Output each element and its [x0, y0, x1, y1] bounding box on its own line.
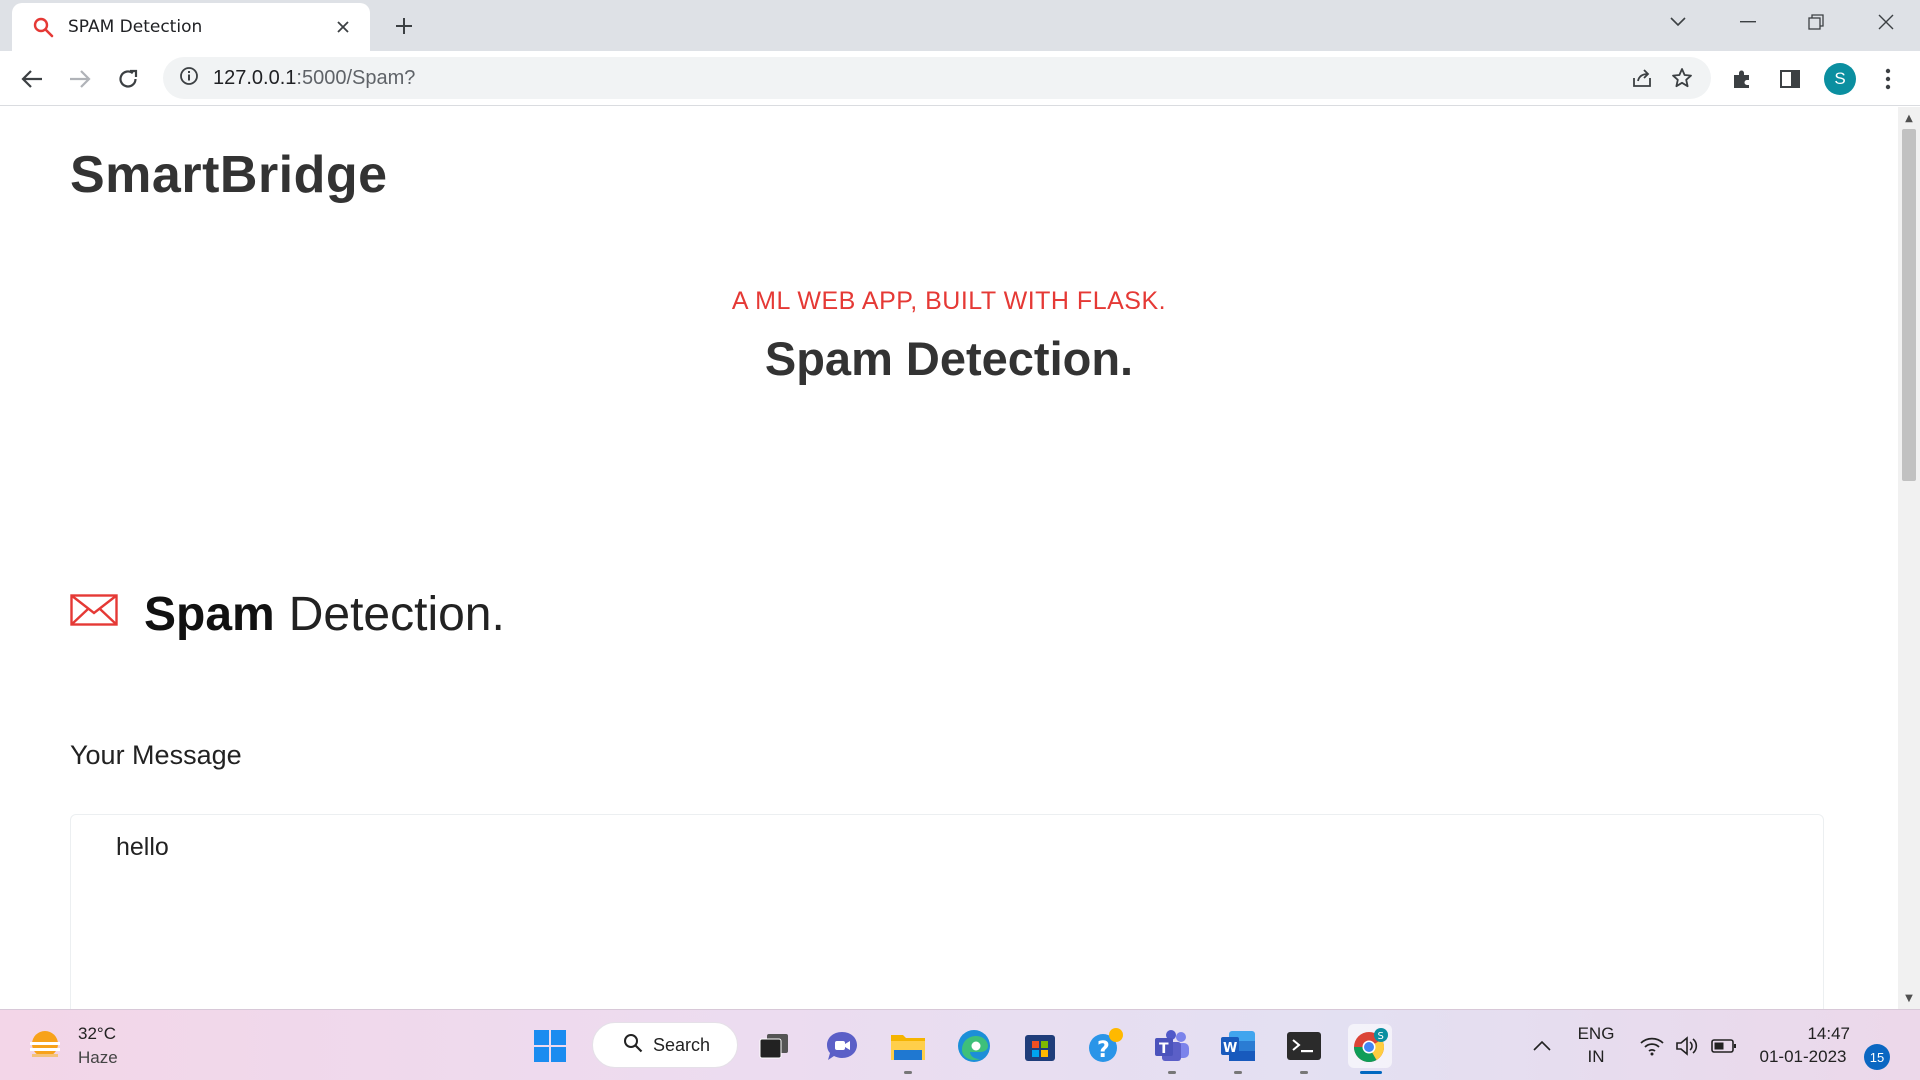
- haze-sun-icon: [26, 1027, 64, 1065]
- clock-time: 14:47: [1807, 1024, 1850, 1043]
- scroll-up-arrow-icon[interactable]: ▲: [1902, 111, 1916, 125]
- search-icon: [623, 1033, 643, 1057]
- more-menu-icon[interactable]: [1868, 59, 1908, 99]
- restore-icon[interactable]: [1782, 0, 1850, 44]
- show-hidden-icons-chevron-icon[interactable]: [1522, 1024, 1562, 1068]
- svg-text:?: ?: [1097, 1038, 1110, 1063]
- taskbar-search[interactable]: Search: [592, 1022, 738, 1068]
- section-heading-light: Detection.: [288, 588, 505, 641]
- tab-title: SPAM Detection: [68, 17, 203, 37]
- search-label: Search: [653, 1034, 711, 1055]
- scroll-down-arrow-icon[interactable]: ▼: [1902, 991, 1916, 1005]
- profile-avatar[interactable]: S: [1824, 63, 1856, 95]
- url-path: :5000/Spam?: [296, 66, 416, 89]
- task-view-icon[interactable]: [752, 1024, 796, 1068]
- wifi-icon[interactable]: [1634, 1024, 1670, 1068]
- running-indicator: [1168, 1071, 1176, 1074]
- new-tab-icon[interactable]: [388, 10, 420, 42]
- url-text: 127.0.0.1:5000/Spam?: [213, 67, 415, 90]
- teams-icon[interactable]: T: [1150, 1024, 1194, 1074]
- page-viewport: SmartBridge A ML WEB APP, BUILT WITH FLA…: [0, 107, 1898, 1009]
- weather-condition: Haze: [78, 1048, 118, 1067]
- svg-text:T: T: [1159, 1041, 1169, 1057]
- weather-widget[interactable]: 32°C Haze: [26, 1024, 118, 1068]
- clock[interactable]: 14:47 01-01-2023: [1748, 1024, 1858, 1067]
- language-code: ENG: [1577, 1024, 1615, 1043]
- address-bar[interactable]: 127.0.0.1:5000/Spam?: [163, 57, 1711, 99]
- running-indicator: [1300, 1071, 1308, 1074]
- section-heading-bold: Spam: [144, 588, 275, 641]
- share-icon[interactable]: [1625, 61, 1659, 95]
- url-host: 127.0.0.1: [213, 66, 297, 89]
- file-explorer-icon[interactable]: [886, 1024, 930, 1074]
- site-info-icon[interactable]: [179, 66, 199, 90]
- weather-temperature: 32°C: [78, 1024, 116, 1043]
- side-panel-icon[interactable]: [1770, 59, 1810, 99]
- reload-icon[interactable]: [108, 59, 148, 99]
- volume-icon[interactable]: [1670, 1024, 1706, 1068]
- language-region: IN: [1587, 1047, 1605, 1066]
- scrollbar-thumb[interactable]: [1902, 129, 1916, 481]
- hero-headline: Spam Detection.: [764, 332, 1134, 385]
- edge-icon[interactable]: [952, 1024, 996, 1068]
- page-scrollbar[interactable]: ▲ ▼: [1898, 107, 1920, 1009]
- extensions-puzzle-icon[interactable]: [1722, 59, 1762, 99]
- word-icon[interactable]: W: [1216, 1024, 1260, 1074]
- active-indicator: [1360, 1071, 1382, 1074]
- search-favicon-icon: [30, 14, 56, 40]
- message-label: Your Message: [70, 740, 242, 770]
- browser-toolbar: 127.0.0.1:5000/Spam? S: [0, 51, 1920, 106]
- tab-close-icon[interactable]: [330, 14, 356, 40]
- running-indicator: [1234, 1071, 1242, 1074]
- minimize-icon[interactable]: [1714, 0, 1782, 44]
- battery-icon[interactable]: [1706, 1024, 1742, 1068]
- windows-taskbar: 32°C Haze Search ? T W S ENG IN 14:47 01…: [0, 1009, 1920, 1080]
- forward-icon[interactable]: [60, 59, 100, 99]
- notification-badge[interactable]: 15: [1864, 1044, 1890, 1070]
- close-window-icon[interactable]: [1852, 0, 1920, 44]
- language-indicator[interactable]: ENG IN: [1572, 1024, 1620, 1067]
- section-heading: Spam Detection.: [70, 587, 505, 642]
- start-icon[interactable]: [528, 1024, 572, 1068]
- svg-text:S: S: [1378, 1031, 1384, 1042]
- tab-strip: SPAM Detection: [0, 0, 1920, 51]
- clock-date: 01-01-2023: [1759, 1047, 1847, 1066]
- terminal-icon[interactable]: [1282, 1024, 1326, 1074]
- back-icon[interactable]: [12, 59, 52, 99]
- hero-subtitle: A ML WEB APP, BUILT WITH FLASK.: [731, 287, 1167, 315]
- help-icon[interactable]: ?: [1084, 1024, 1128, 1068]
- running-indicator: [904, 1071, 912, 1074]
- store-icon[interactable]: [1018, 1024, 1062, 1068]
- svg-text:W: W: [1223, 1041, 1237, 1056]
- envelope-icon: [70, 593, 118, 626]
- brand-logo-text[interactable]: SmartBridge: [70, 145, 388, 205]
- browser-tab[interactable]: SPAM Detection: [12, 3, 370, 51]
- bookmark-star-icon[interactable]: [1665, 61, 1699, 95]
- tab-search-chevron-icon[interactable]: [1644, 0, 1712, 44]
- message-textarea[interactable]: hello: [70, 814, 1824, 1009]
- chrome-icon[interactable]: S: [1348, 1024, 1392, 1074]
- chat-icon[interactable]: [820, 1024, 864, 1068]
